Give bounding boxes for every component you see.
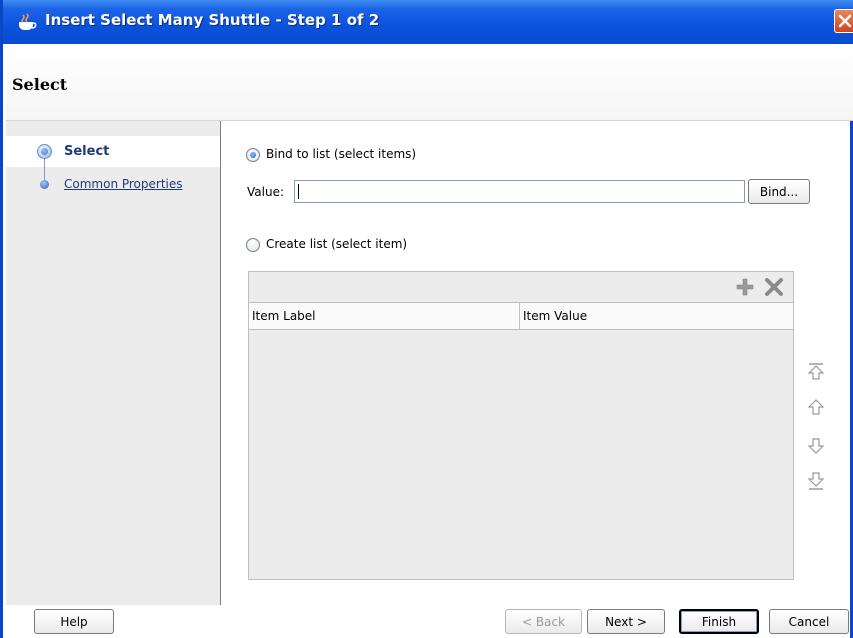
window-title: Insert Select Many Shuttle - Step 1 of 2 <box>45 11 380 29</box>
value-input[interactable] <box>294 180 745 203</box>
column-header-item-value[interactable]: Item Value <box>520 303 793 329</box>
table-toolbar <box>249 272 793 302</box>
bind-button[interactable]: Bind... <box>748 179 810 204</box>
value-label: Value: <box>247 185 284 199</box>
wizard-nav: Select Common Properties <box>6 121 221 605</box>
text-caret <box>298 184 299 199</box>
create-list-radio[interactable] <box>246 238 260 252</box>
move-bottom-icon[interactable] <box>806 471 826 491</box>
table-header: Item Label Item Value <box>249 302 793 330</box>
nav-item-common-properties[interactable]: Common Properties <box>64 177 183 191</box>
bind-to-list-radio[interactable] <box>246 148 260 162</box>
help-button[interactable]: Help <box>34 609 114 634</box>
create-list-label[interactable]: Create list (select item) <box>266 237 407 251</box>
delete-icon[interactable] <box>764 277 784 297</box>
dialog-window: Insert Select Many Shuttle - Step 1 of 2… <box>0 0 853 638</box>
items-table: Item Label Item Value <box>248 271 794 580</box>
next-button[interactable]: Next > <box>587 609 665 634</box>
jdeveloper-cup-icon <box>19 13 37 30</box>
close-icon <box>838 14 852 28</box>
title-bar[interactable]: Insert Select Many Shuttle - Step 1 of 2 <box>3 0 853 44</box>
nav-item-select[interactable]: Select <box>64 144 109 159</box>
move-top-icon[interactable] <box>806 362 826 382</box>
column-header-item-label[interactable]: Item Label <box>249 303 520 329</box>
step-current-icon <box>37 144 52 159</box>
page-title: Select <box>12 75 68 94</box>
move-up-icon[interactable] <box>806 397 826 417</box>
header-band: Select <box>6 44 853 121</box>
add-icon[interactable] <box>735 277 755 297</box>
step-dot-icon <box>40 180 49 189</box>
close-button[interactable] <box>834 9 853 33</box>
bind-to-list-label[interactable]: Bind to list (select items) <box>266 147 416 161</box>
cancel-button[interactable]: Cancel <box>769 609 849 634</box>
finish-button[interactable]: Finish <box>679 609 759 634</box>
back-button[interactable]: < Back <box>505 609 582 634</box>
move-down-icon[interactable] <box>806 436 826 456</box>
